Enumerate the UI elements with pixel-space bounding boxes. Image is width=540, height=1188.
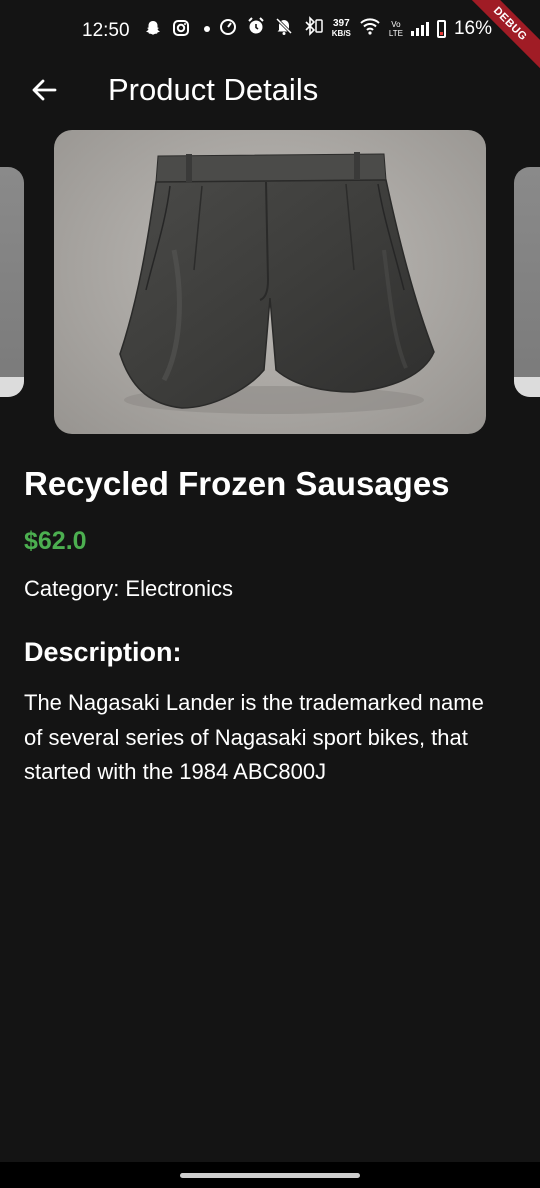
category-value: Electronics — [125, 576, 233, 601]
description-text: The Nagasaki Lander is the trademarked n… — [24, 690, 484, 784]
category-label: Category: — [24, 576, 120, 601]
bell-off-icon — [274, 16, 294, 41]
status-right-icons: 397 KB/S Vo LTE 16% — [218, 16, 492, 41]
dot-icon — [200, 19, 214, 43]
wifi-icon — [359, 16, 381, 41]
arrow-back-icon — [32, 79, 57, 101]
previous-image-card-footer — [0, 377, 24, 397]
volte-indicator: Vo LTE — [389, 20, 403, 38]
page-title: Product Details — [108, 72, 319, 107]
description-heading: Description: — [24, 637, 182, 667]
status-bar: 12:50 397 KB/S Vo LTE 16% — [0, 0, 540, 62]
product-title: Recycled Frozen Sausages — [24, 465, 450, 502]
next-image-card[interactable] — [514, 167, 540, 397]
instagram-icon — [172, 19, 190, 43]
system-navigation-bar — [0, 1162, 540, 1188]
app-bar: Product Details — [0, 62, 540, 118]
product-category: Category: Electronics — [24, 574, 233, 604]
previous-image-card[interactable] — [0, 167, 24, 397]
status-time: 12:50 — [82, 20, 130, 41]
network-speed-value: 397 — [332, 17, 350, 29]
volte-top: Vo — [391, 19, 401, 29]
network-speed: 397 KB/S — [331, 17, 351, 39]
shorts-image — [119, 152, 435, 414]
image-carousel[interactable] — [0, 130, 540, 434]
home-indicator[interactable] — [180, 1173, 360, 1178]
product-price: $62.0 — [24, 527, 87, 555]
speedometer-icon — [218, 16, 238, 41]
network-speed-unit: KB/S — [331, 28, 351, 38]
alarm-icon — [246, 16, 266, 41]
bluetooth-icon — [302, 16, 324, 41]
battery-percent: 16% — [453, 17, 492, 39]
next-image-card-footer — [514, 377, 540, 397]
volte-bottom: LTE — [388, 28, 403, 38]
status-left-icons — [144, 19, 214, 43]
battery-icon — [436, 19, 446, 38]
snapchat-icon — [144, 19, 162, 43]
back-button[interactable] — [24, 70, 64, 110]
signal-icon — [410, 21, 429, 36]
product-image — [54, 130, 486, 434]
